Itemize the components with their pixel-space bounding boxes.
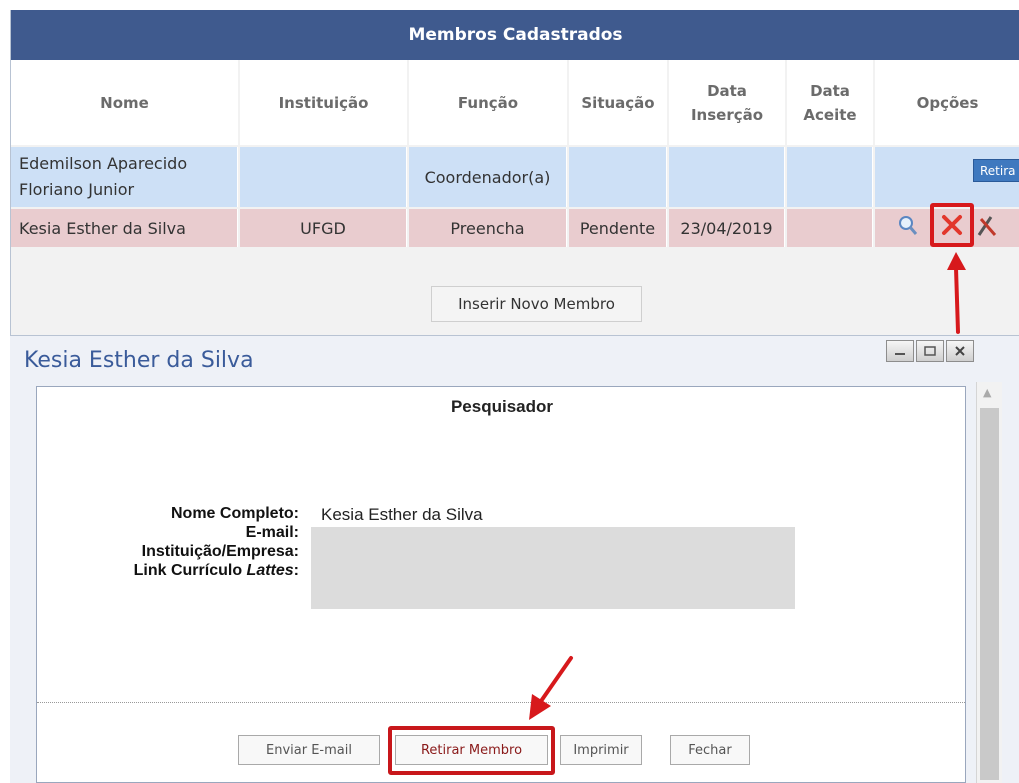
red-arrow-up-icon [947, 252, 966, 334]
label-lattes-suffix: : [293, 562, 299, 579]
insert-new-member-button[interactable]: Inserir Novo Membro [431, 286, 642, 322]
row-1-nome-line2: Floriano Junior [19, 180, 135, 199]
close-button[interactable]: Fechar [670, 735, 750, 765]
red-arrow-down-icon [529, 656, 573, 720]
label-link-lattes: Link Currículo Lattes: [134, 562, 299, 580]
row-2-situacao: Pendente [569, 209, 667, 247]
minimize-icon[interactable] [886, 340, 914, 362]
member-detail-modal: Kesia Esther da Silva Pesquisador Nome C… [10, 335, 1019, 783]
label-nome-completo: Nome Completo: [171, 505, 299, 522]
vertical-scrollbar[interactable]: ▲ [976, 382, 1002, 783]
scroll-up-icon[interactable]: ▲ [983, 386, 991, 399]
retirar-button-mini[interactable]: Retira [973, 159, 1019, 182]
row-1-situacao [569, 147, 667, 207]
row-1-nome-line1: Edemilson Aparecido [19, 154, 188, 173]
label-email: E-mail: [245, 524, 299, 541]
label-lattes-italic: Lattes [246, 562, 294, 579]
members-table-panel: Membros Cadastrados Nome Instituição Fun… [10, 10, 1019, 335]
table-row-1-nome: Edemilson Aparecido Floriano Junior [11, 147, 238, 207]
header-instituicao: Instituição [240, 60, 407, 145]
header-data-aceite-line1: Data [810, 81, 850, 100]
edit-tools-icon[interactable] [975, 213, 997, 243]
section-heading: Pesquisador [450, 397, 554, 416]
row-2-opcoes [875, 203, 1019, 247]
header-situacao: Situação [569, 60, 667, 145]
row-2-funcao: Preencha [409, 209, 567, 247]
header-data-aceite: Data Aceite [787, 60, 873, 145]
print-button[interactable]: Imprimir [560, 735, 642, 765]
row-1-funcao: Coordenador(a) [409, 147, 567, 207]
row-1-data-aceite [787, 147, 873, 207]
maximize-icon[interactable] [916, 340, 944, 362]
header-data-insercao-line1: Data [707, 81, 747, 100]
header-opcoes: Opções [875, 60, 1019, 145]
researcher-detail-frame: Pesquisador Nome Completo: E-mail: Insti… [36, 386, 966, 783]
header-data-aceite-line2: Aceite [803, 105, 857, 124]
header-data-insercao: Data Inserção [669, 60, 785, 145]
header-data-insercao-line2: Inserção [690, 105, 764, 124]
row-2-nome: Kesia Esther da Silva [11, 209, 238, 247]
table-title: Membros Cadastrados [11, 10, 1019, 60]
row-2-data-insercao: 23/04/2019 [669, 209, 785, 247]
separator [37, 702, 965, 703]
remove-member-button[interactable]: Retirar Membro [395, 735, 548, 765]
close-icon[interactable] [946, 340, 974, 362]
send-email-button[interactable]: Enviar E-mail [238, 735, 380, 765]
delete-member-icon[interactable] [930, 203, 974, 247]
header-nome: Nome [11, 60, 238, 145]
row-1-instituicao [240, 147, 407, 207]
row-1-data-insercao [669, 147, 785, 207]
view-magnifier-icon[interactable] [897, 213, 919, 241]
redacted-area [311, 527, 795, 609]
value-nome-completo: Kesia Esther da Silva [321, 505, 483, 524]
modal-title: Kesia Esther da Silva [24, 348, 254, 373]
label-instituicao-empresa: Instituição/Empresa: [141, 543, 299, 560]
row-2-instituicao: UFGD [240, 209, 407, 247]
header-funcao: Função [409, 60, 567, 145]
row-2-data-aceite [787, 209, 873, 247]
label-lattes-prefix: Link Currículo [133, 562, 247, 579]
scroll-thumb[interactable] [980, 408, 999, 780]
row-1-opcoes: Retira [875, 147, 1019, 207]
